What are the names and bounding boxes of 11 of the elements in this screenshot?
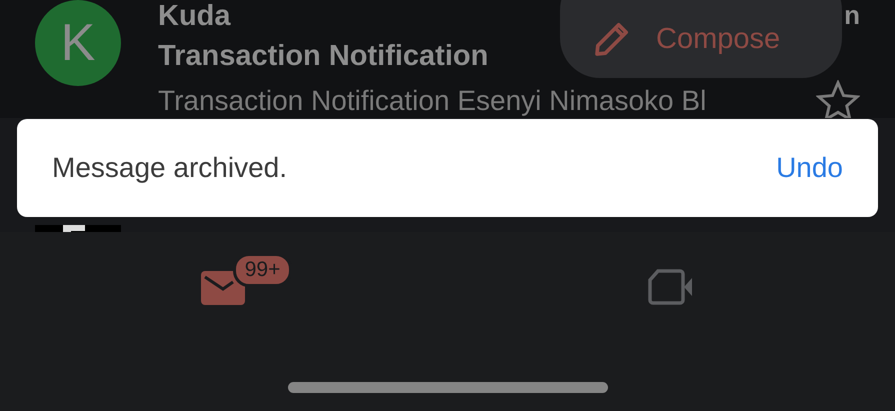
mail-tab[interactable]: 99+ — [0, 232, 448, 342]
sender-name: Kuda — [158, 0, 230, 33]
compose-button[interactable]: Compose — [560, 0, 842, 78]
undo-button[interactable]: Undo — [776, 152, 843, 184]
snackbar-message: Message archived. — [52, 152, 288, 184]
snippet: Transaction Notification Esenyi Nimasoko Bl — [158, 86, 706, 116]
mail-icon — [200, 269, 247, 305]
video-camera-icon — [648, 269, 694, 305]
avatar: K — [35, 0, 121, 86]
time-label: n — [844, 0, 860, 32]
subject: Transaction Notification — [158, 40, 488, 73]
